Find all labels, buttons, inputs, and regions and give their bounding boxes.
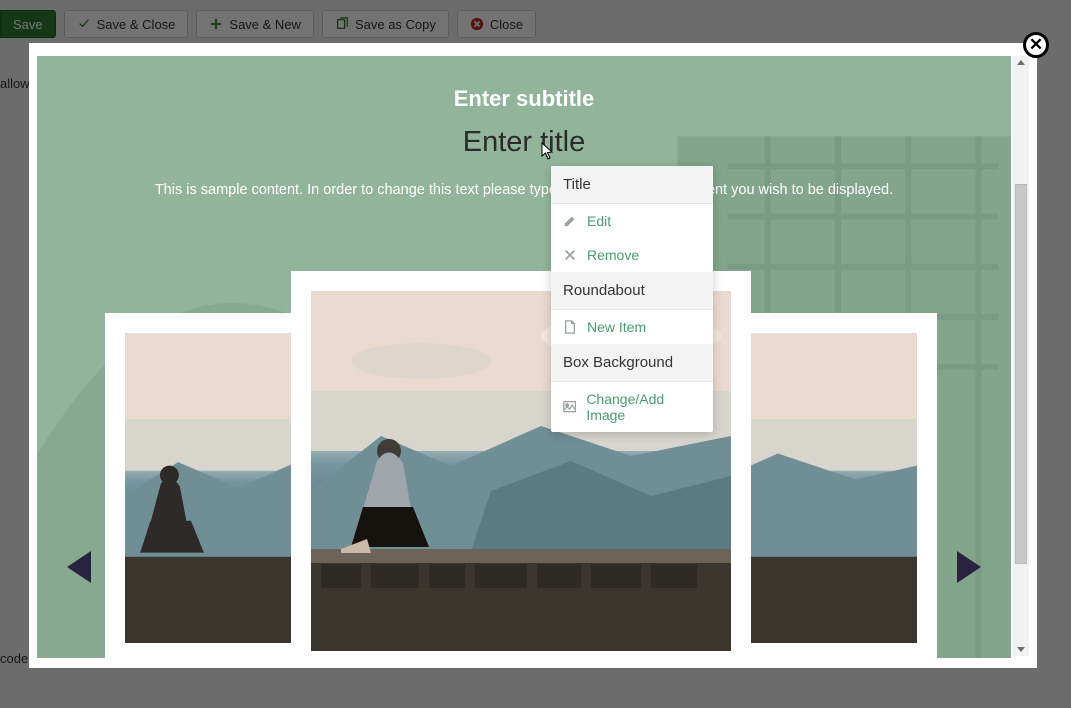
context-section-title: Title [551,166,713,204]
context-section-roundabout: Roundabout [551,272,713,310]
image-icon [563,400,576,413]
modal-content: Enter subtitle Enter title This is sampl… [37,56,1011,658]
context-menu: Title Edit Remove Roundabout New Item [551,166,713,432]
x-icon [563,248,577,262]
roundabout-carousel [37,271,1011,658]
file-icon [563,320,577,334]
modal-close-button[interactable]: ✕ [1023,32,1049,58]
pencil-icon [563,214,577,228]
context-new-item[interactable]: New Item [551,310,713,344]
editor-modal: Enter subtitle Enter title This is sampl… [29,43,1037,668]
context-section-box-bg: Box Background [551,344,713,382]
context-edit[interactable]: Edit [551,204,713,238]
title-text[interactable]: Enter title [37,126,1011,159]
carousel-prev-button[interactable] [67,551,91,583]
subtitle-text[interactable]: Enter subtitle [37,86,1011,112]
context-remove[interactable]: Remove [551,238,713,272]
scroll-up-icon[interactable] [1017,60,1025,65]
close-icon: ✕ [1029,35,1043,55]
cursor-icon [541,142,555,160]
sample-content-text[interactable]: This is sample content. In order to chan… [37,182,1011,198]
context-edit-label: Edit [587,213,611,229]
context-change-image-label: Change/Add Image [586,391,701,423]
modal-scrollbar[interactable] [1013,56,1029,656]
scroll-down-icon[interactable] [1017,647,1025,652]
context-remove-label: Remove [587,247,639,263]
carousel-next-button[interactable] [957,551,981,583]
scroll-thumb[interactable] [1015,184,1027,564]
context-new-item-label: New Item [587,319,646,335]
context-change-image[interactable]: Change/Add Image [551,382,713,432]
